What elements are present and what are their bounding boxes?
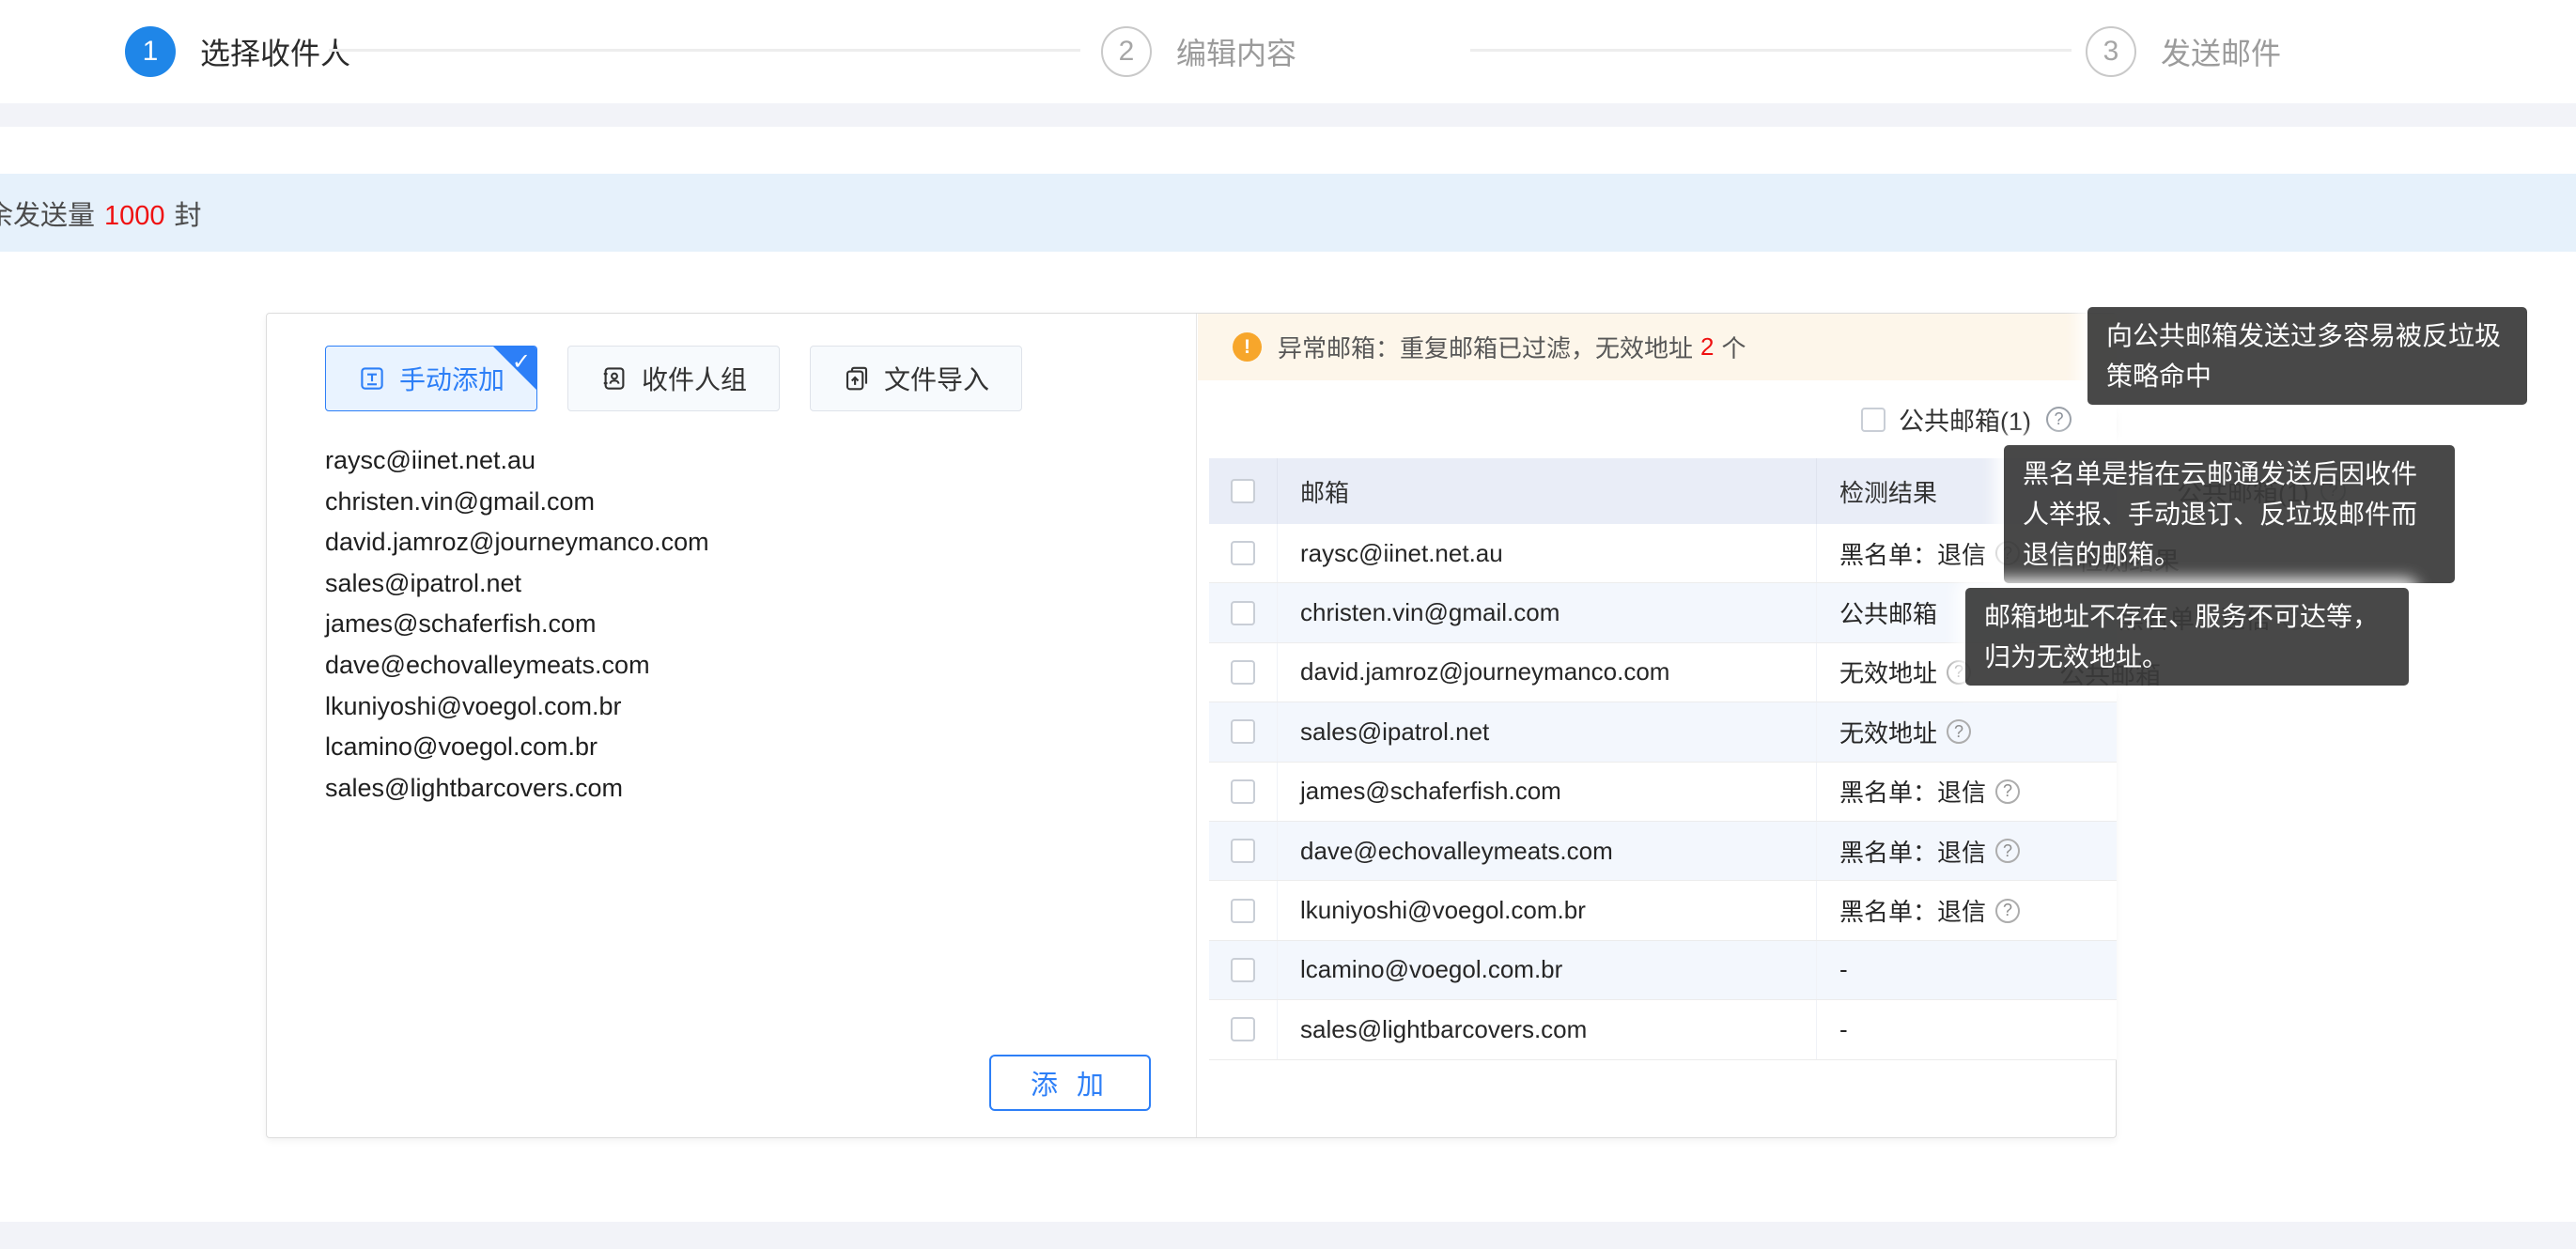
- row-email: raysc@iinet.net.au: [1277, 524, 1816, 582]
- row-checkbox[interactable]: [1231, 958, 1255, 982]
- email-line: dave@echovalleymeats.com: [325, 645, 709, 686]
- row-email: sales@ipatrol.net: [1277, 702, 1816, 761]
- file-import-icon: [843, 364, 871, 393]
- email-line: sales@ipatrol.net: [325, 563, 709, 605]
- row-email: sales@lightbarcovers.com: [1277, 1000, 1816, 1058]
- step-number: 2: [1101, 26, 1152, 77]
- result-help-icon[interactable]: ?: [1995, 899, 2020, 923]
- table-row: lkuniyoshi@voegol.com.br黑名单：退信?: [1209, 881, 2117, 940]
- email-line: james@schaferfish.com: [325, 604, 709, 645]
- tab-label: 手动添加: [399, 360, 504, 397]
- row-checkbox[interactable]: [1231, 779, 1255, 804]
- quota-prefix: 余发送量: [0, 201, 95, 231]
- recipient-group-icon: [600, 364, 628, 393]
- result-help-icon[interactable]: ?: [1995, 839, 2020, 863]
- step-send-mail: 3 发送邮件: [2086, 0, 2281, 103]
- tooltip-public-mailbox: 向公共邮箱发送过多容易被反垃圾策略命中: [2087, 307, 2527, 405]
- row-result: 无效地址?: [1816, 702, 2117, 761]
- row-checkbox[interactable]: [1231, 839, 1255, 863]
- add-button[interactable]: 添 加: [989, 1055, 1151, 1111]
- email-line: lkuniyoshi@voegol.com.br: [325, 686, 709, 728]
- row-result: 黑名单：退信?: [1816, 822, 2117, 880]
- row-email: lkuniyoshi@voegol.com.br: [1277, 881, 1816, 939]
- step-number: 1: [125, 26, 176, 77]
- table-row: lcamino@voegol.com.br-: [1209, 941, 2117, 1000]
- divider-strip-bottom: [0, 1222, 2576, 1249]
- tooltip-blacklist: 黑名单是指在云邮通发送后因收件人举报、手动退订、反垃圾邮件而退信的邮箱。: [2004, 445, 2455, 583]
- table-row: sales@ipatrol.net无效地址?: [1209, 702, 2117, 762]
- quota-bar: 余发送量 1000 封: [0, 174, 2576, 252]
- bulk-mail-recipients-page: 1 选择收件人 2 编辑内容 3 发送邮件 余发送量 1000 封: [0, 0, 2576, 1249]
- row-result: 黑名单：退信?: [1816, 881, 2117, 939]
- manual-add-pane: 手动添加 ✓ 收件人组 文件导入 raysc@iinet.net.auchris…: [267, 314, 1197, 1137]
- warning-text: 异常邮箱：重复邮箱已过滤，无效地址: [1278, 330, 1693, 364]
- step-number: 3: [2086, 26, 2136, 77]
- step-connector: [329, 49, 1080, 52]
- divider-strip-top: [0, 103, 2576, 127]
- row-checkbox[interactable]: [1231, 541, 1255, 565]
- step-edit-content: 2 编辑内容: [1101, 0, 1296, 103]
- row-checkbox[interactable]: [1231, 719, 1255, 744]
- step-label: 发送邮件: [2161, 30, 2281, 73]
- email-line: raysc@iinet.net.au: [325, 440, 709, 482]
- detection-result-table: 邮箱 检测结果 raysc@iinet.net.au黑名单：退信?christe…: [1209, 458, 2117, 1060]
- step-connector: [1470, 49, 2072, 52]
- warning-icon: !: [1233, 332, 1262, 362]
- row-result: -: [1816, 1000, 2117, 1058]
- step-wizard: 1 选择收件人 2 编辑内容 3 发送邮件: [0, 0, 2576, 103]
- row-email: christen.vin@gmail.com: [1277, 583, 1816, 641]
- row-email: david.jamroz@journeymanco.com: [1277, 643, 1816, 702]
- row-email: lcamino@voegol.com.br: [1277, 941, 1816, 999]
- table-row: raysc@iinet.net.au黑名单：退信?: [1209, 524, 2117, 583]
- detection-results-pane: ! 异常邮箱：重复邮箱已过滤，无效地址 2 个 公共邮箱(1) ? 邮箱 检测结…: [1198, 314, 2117, 1137]
- quota-suffix: 封: [175, 201, 202, 231]
- quota-value: 1000: [104, 201, 165, 231]
- public-mailbox-filter-row: 公共邮箱(1) ?: [1198, 380, 2117, 458]
- public-mailbox-label: 公共邮箱(1): [1899, 401, 2031, 438]
- public-mailbox-help-icon[interactable]: ?: [2046, 407, 2072, 432]
- row-result: 黑名单：退信?: [1816, 763, 2117, 821]
- step-label: 选择收件人: [200, 30, 350, 73]
- email-line: sales@lightbarcovers.com: [325, 768, 709, 810]
- email-line: christen.vin@gmail.com: [325, 482, 709, 523]
- row-checkbox[interactable]: [1231, 899, 1255, 923]
- table-row: dave@echovalleymeats.com黑名单：退信?: [1209, 822, 2117, 881]
- column-header-email: 邮箱: [1277, 458, 1816, 524]
- select-all-checkbox[interactable]: [1231, 479, 1255, 503]
- row-email: james@schaferfish.com: [1277, 763, 1816, 821]
- tab-label: 文件导入: [884, 360, 989, 397]
- table-header: 邮箱 检测结果: [1209, 458, 2117, 524]
- tab-label: 收件人组: [642, 360, 747, 397]
- row-checkbox[interactable]: [1231, 1017, 1255, 1041]
- tab-recipient-group[interactable]: 收件人组: [567, 346, 780, 411]
- row-checkbox[interactable]: [1231, 601, 1255, 625]
- warning-text-suffix: 个: [1721, 330, 1746, 364]
- table-row: sales@lightbarcovers.com-: [1209, 1000, 2117, 1059]
- recipient-source-tabs: 手动添加 ✓ 收件人组 文件导入: [325, 346, 1022, 411]
- result-help-icon[interactable]: ?: [1947, 719, 1971, 744]
- tooltip-invalid-address: 邮箱地址不存在、服务不可达等，归为无效地址。: [1965, 588, 2409, 686]
- row-email: dave@echovalleymeats.com: [1277, 822, 1816, 880]
- tab-manual-add[interactable]: 手动添加 ✓: [325, 346, 537, 411]
- email-line: david.jamroz@journeymanco.com: [325, 522, 709, 563]
- tab-file-import[interactable]: 文件导入: [810, 346, 1022, 411]
- abnormal-mailbox-warning: ! 异常邮箱：重复邮箱已过滤，无效地址 2 个: [1198, 314, 2117, 380]
- invalid-count: 2: [1700, 332, 1714, 362]
- row-checkbox[interactable]: [1231, 660, 1255, 685]
- public-mailbox-checkbox[interactable]: [1861, 408, 1885, 432]
- row-result: -: [1816, 941, 2117, 999]
- table-row: james@schaferfish.com黑名单：退信?: [1209, 763, 2117, 822]
- step-select-recipients: 1 选择收件人: [125, 0, 350, 103]
- recipients-card: 手动添加 ✓ 收件人组 文件导入 raysc@iinet.net.auchris…: [266, 313, 2117, 1138]
- manual-email-input-area[interactable]: raysc@iinet.net.auchristen.vin@gmail.com…: [325, 440, 709, 809]
- result-help-icon[interactable]: ?: [1995, 779, 2020, 804]
- step-label: 编辑内容: [1176, 30, 1296, 73]
- email-line: lcamino@voegol.com.br: [325, 727, 709, 768]
- manual-add-icon: [358, 364, 386, 393]
